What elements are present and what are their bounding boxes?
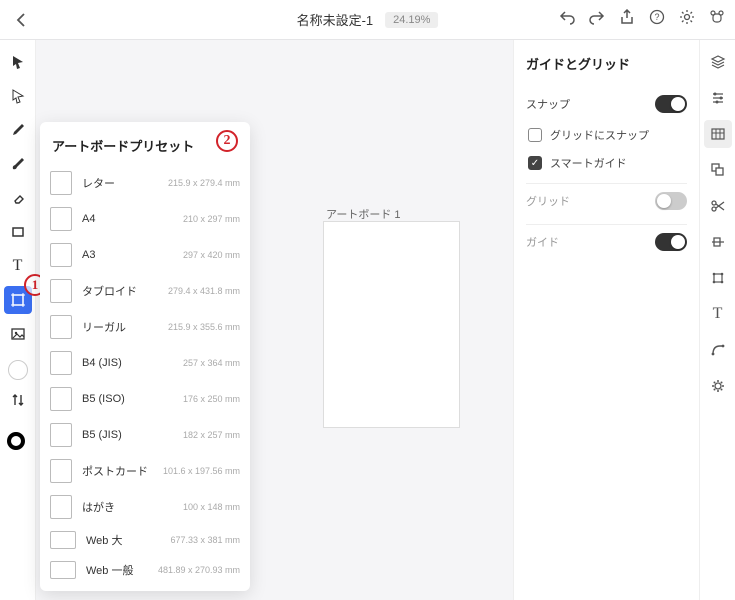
preset-row[interactable]: Web 大 677.33 x 381 mm	[40, 525, 250, 555]
eraser-tool[interactable]	[4, 184, 32, 212]
select-tool[interactable]	[4, 48, 32, 76]
help-button[interactable]: ?	[649, 9, 665, 30]
preset-name: レター	[82, 175, 158, 191]
preset-row[interactable]: A4 210 x 297 mm	[40, 201, 250, 237]
panel-title: ガイドとグリッド	[526, 54, 687, 73]
preset-name: B5 (ISO)	[82, 393, 173, 405]
scissors-icon[interactable]	[704, 192, 732, 220]
preset-dims: 101.6 x 197.56 mm	[163, 466, 240, 476]
preset-dims: 215.9 x 355.6 mm	[168, 322, 240, 332]
preset-dims: 279.4 x 431.8 mm	[168, 286, 240, 296]
preset-dims: 210 x 297 mm	[183, 214, 240, 224]
grid-label: グリッド	[526, 193, 570, 209]
layout-icon[interactable]	[704, 156, 732, 184]
preset-dims: 100 x 148 mm	[183, 502, 240, 512]
preset-name: はがき	[82, 499, 173, 515]
page-icon	[50, 561, 76, 579]
page-icon	[50, 459, 72, 483]
direct-select-tool[interactable]	[4, 82, 32, 110]
smart-guide-checkbox[interactable]: ✓ スマートガイド	[526, 149, 687, 177]
image-tool[interactable]	[4, 320, 32, 348]
rectangle-tool[interactable]	[4, 218, 32, 246]
preset-name: A3	[82, 249, 173, 261]
align-icon[interactable]	[704, 228, 732, 256]
snap-toggle[interactable]	[655, 95, 687, 113]
checkbox-off-icon	[528, 128, 542, 142]
preset-row[interactable]: B4 (JIS) 257 x 364 mm	[40, 345, 250, 381]
preset-name: Web 大	[86, 532, 160, 548]
document-title[interactable]: 名称未設定-1	[297, 10, 374, 29]
path-icon[interactable]	[704, 336, 732, 364]
artboard-preset-panel: アートボードプリセット レター215.9 x 279.4 mmA4210 x 2…	[40, 122, 250, 591]
preset-dims: 677.33 x 381 mm	[170, 535, 240, 545]
preset-name: B4 (JIS)	[82, 357, 173, 369]
preset-row[interactable]: リーガル 215.9 x 355.6 mm	[40, 309, 250, 345]
preset-row[interactable]: B5 (JIS) 182 x 257 mm	[40, 417, 250, 453]
preset-name: A4	[82, 213, 173, 225]
share-button[interactable]	[619, 9, 635, 30]
guides-grid-panel: ガイドとグリッド スナップ グリッドにスナップ ✓ スマートガイド グリッド ガ…	[513, 40, 699, 600]
grid-toggle[interactable]	[655, 192, 687, 210]
transform-icon[interactable]	[704, 264, 732, 292]
preset-name: B5 (JIS)	[82, 429, 173, 441]
preset-dims: 481.89 x 270.93 mm	[158, 565, 240, 575]
preset-dims: 215.9 x 279.4 mm	[168, 178, 240, 188]
preset-name: ポストカード	[82, 463, 153, 479]
preset-row[interactable]: A3 297 x 420 mm	[40, 237, 250, 273]
color-swatch[interactable]	[8, 360, 28, 380]
page-icon	[50, 279, 72, 303]
preset-row[interactable]: Web 一般 481.89 x 270.93 mm	[40, 555, 250, 585]
preset-dims: 176 x 250 mm	[183, 394, 240, 404]
page-icon	[50, 387, 72, 411]
checkbox-on-icon: ✓	[528, 156, 542, 170]
preset-row[interactable]: B5 (ISO) 176 x 250 mm	[40, 381, 250, 417]
brush-tool[interactable]	[4, 150, 32, 178]
preset-row[interactable]: ポストカード 101.6 x 197.56 mm	[40, 453, 250, 489]
left-toolbar: T	[0, 40, 36, 600]
text-panel-icon[interactable]: T	[704, 300, 732, 328]
page-icon	[50, 171, 72, 195]
guide-label: ガイド	[526, 234, 559, 250]
page-icon	[50, 315, 72, 339]
mascot-icon[interactable]	[709, 9, 725, 30]
preset-name: Web 一般	[86, 562, 148, 578]
svg-text:?: ?	[654, 12, 659, 22]
snap-to-grid-checkbox[interactable]: グリッドにスナップ	[526, 121, 687, 149]
preset-dims: 297 x 420 mm	[183, 250, 240, 260]
preset-name: リーガル	[82, 319, 158, 335]
page-icon	[50, 531, 76, 549]
artboard-label[interactable]: アートボード 1	[326, 206, 401, 222]
preset-dims: 257 x 364 mm	[183, 358, 240, 368]
snap-label: スナップ	[526, 96, 570, 112]
redo-button[interactable]	[589, 9, 605, 30]
page-icon	[50, 243, 72, 267]
preset-row[interactable]: はがき 100 x 148 mm	[40, 489, 250, 525]
annotation-marker-2: 2	[216, 130, 238, 152]
preset-name: タブロイド	[82, 283, 158, 299]
artboard[interactable]	[324, 222, 459, 427]
guide-toggle[interactable]	[655, 233, 687, 251]
page-icon	[50, 207, 72, 231]
sliders-icon[interactable]	[704, 84, 732, 112]
undo-button[interactable]	[559, 9, 575, 30]
top-bar: 名称未設定-1 24.19% ?	[0, 0, 735, 40]
grid-guides-icon[interactable]	[704, 120, 732, 148]
page-icon	[50, 351, 72, 375]
zoom-level[interactable]: 24.19%	[385, 12, 438, 28]
arrange-tool[interactable]	[10, 392, 26, 411]
preset-row[interactable]: レター 215.9 x 279.4 mm	[40, 165, 250, 201]
right-rail: T	[699, 40, 735, 600]
page-icon	[50, 423, 72, 447]
back-button[interactable]	[10, 12, 34, 28]
preset-dims: 182 x 257 mm	[183, 430, 240, 440]
settings-button[interactable]	[679, 9, 695, 30]
pen-tool[interactable]	[4, 116, 32, 144]
preset-row[interactable]: タブロイド 279.4 x 431.8 mm	[40, 273, 250, 309]
page-icon	[50, 495, 72, 519]
layers-icon[interactable]	[704, 48, 732, 76]
annotation-ring	[7, 432, 25, 450]
appearance-icon[interactable]	[704, 372, 732, 400]
